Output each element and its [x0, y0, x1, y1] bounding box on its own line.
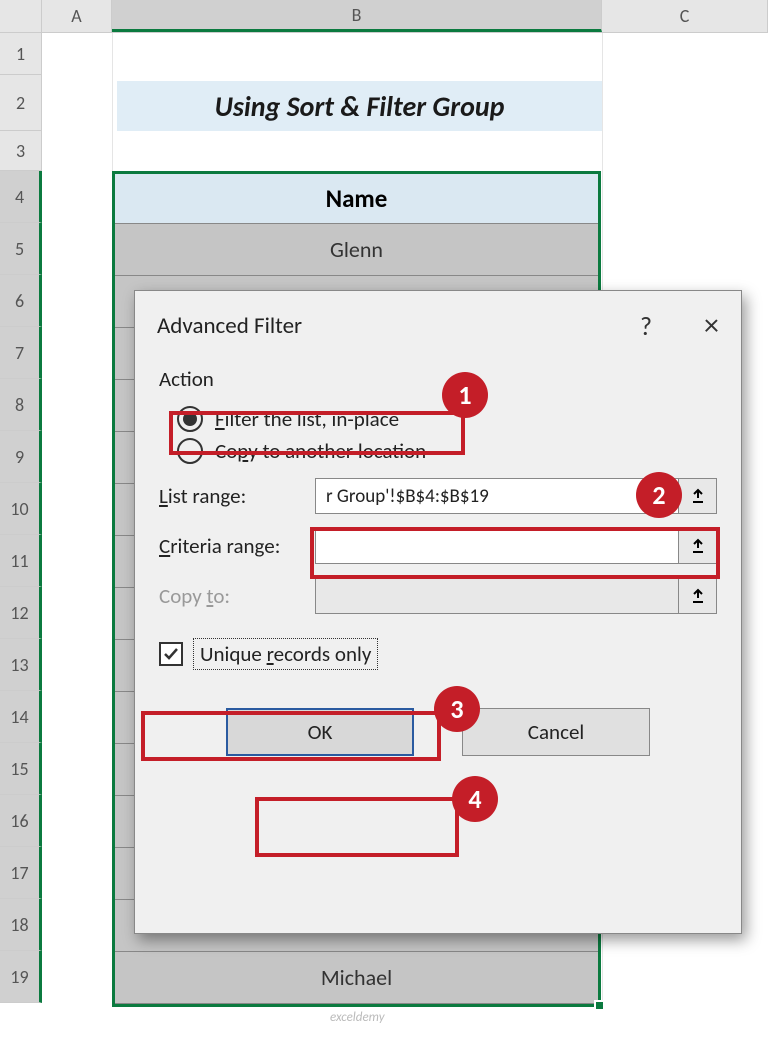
- unique-records-checkbox[interactable]: Unique records only: [159, 638, 717, 670]
- highlight-box-1: [169, 411, 465, 455]
- row-header-4[interactable]: 4: [0, 171, 42, 223]
- row-header-15[interactable]: 15: [0, 743, 42, 795]
- title-cell[interactable]: Using Sort & Filter Group: [117, 81, 602, 131]
- criteria-range-label: Criteria range:: [159, 533, 315, 559]
- dialog-title-text: Advanced Filter: [157, 312, 302, 340]
- copy-to-row: Copy to:: [159, 578, 717, 614]
- table-row[interactable]: Michael: [115, 952, 598, 1004]
- step-badge-2: 2: [636, 472, 682, 518]
- row-headers: 1 2 3 4 5 6 7 8 9 10 11 12 13 14 15 16 1…: [0, 33, 42, 1003]
- col-header-a[interactable]: A: [42, 0, 112, 32]
- selection-handle[interactable]: [594, 1000, 605, 1011]
- help-icon[interactable]: ?: [640, 310, 652, 342]
- row-header-11[interactable]: 11: [0, 535, 42, 587]
- select-all-corner[interactable]: [0, 0, 42, 32]
- step-badge-4: 4: [452, 776, 498, 822]
- row-header-16[interactable]: 16: [0, 795, 42, 847]
- copy-to-collapse-button[interactable]: [679, 578, 717, 614]
- row-header-13[interactable]: 13: [0, 639, 42, 691]
- col-header-c[interactable]: C: [602, 0, 768, 32]
- row-header-9[interactable]: 9: [0, 431, 42, 483]
- collapse-dialog-icon: [690, 588, 706, 604]
- row-header-1[interactable]: 1: [0, 33, 42, 75]
- checkmark-icon: [162, 645, 180, 663]
- step-badge-1: 1: [442, 372, 488, 418]
- action-label: Action: [159, 366, 717, 392]
- copy-to-input: [315, 578, 679, 614]
- list-range-collapse-button[interactable]: [679, 478, 717, 514]
- highlight-box-4: [255, 797, 459, 857]
- row-header-6[interactable]: 6: [0, 275, 42, 327]
- col-header-b[interactable]: B: [112, 0, 602, 32]
- collapse-dialog-icon: [690, 488, 706, 504]
- row-header-5[interactable]: 5: [0, 223, 42, 275]
- highlight-box-2: [310, 527, 720, 579]
- step-badge-3: 3: [434, 686, 480, 732]
- table-header-name[interactable]: Name: [115, 174, 598, 224]
- highlight-box-3: [141, 711, 441, 761]
- checkbox-icon: [159, 642, 183, 666]
- row-header-14[interactable]: 14: [0, 691, 42, 743]
- cancel-button[interactable]: Cancel: [462, 708, 650, 756]
- watermark: exceldemy: [330, 1010, 385, 1025]
- row-header-10[interactable]: 10: [0, 483, 42, 535]
- row-header-17[interactable]: 17: [0, 847, 42, 899]
- row-header-3[interactable]: 3: [0, 131, 42, 171]
- list-range-row: List range: r Group'!$B$4:$B$19: [159, 478, 717, 514]
- row-header-2[interactable]: 2: [0, 75, 42, 131]
- advanced-filter-dialog: Advanced Filter ? × Action Filter the li…: [134, 290, 742, 934]
- close-icon[interactable]: ×: [704, 307, 719, 344]
- row-header-12[interactable]: 12: [0, 587, 42, 639]
- copy-to-label: Copy to:: [159, 583, 315, 609]
- row-header-8[interactable]: 8: [0, 379, 42, 431]
- row-header-18[interactable]: 18: [0, 899, 42, 951]
- list-range-label: List range:: [159, 483, 315, 509]
- unique-records-label: Unique records only: [193, 638, 378, 670]
- column-headers: A B C: [0, 0, 768, 33]
- dialog-titlebar[interactable]: Advanced Filter ? ×: [135, 291, 741, 360]
- list-range-input[interactable]: r Group'!$B$4:$B$19: [315, 478, 679, 514]
- table-row[interactable]: Glenn: [115, 224, 598, 276]
- row-header-7[interactable]: 7: [0, 327, 42, 379]
- row-header-19[interactable]: 19: [0, 951, 42, 1003]
